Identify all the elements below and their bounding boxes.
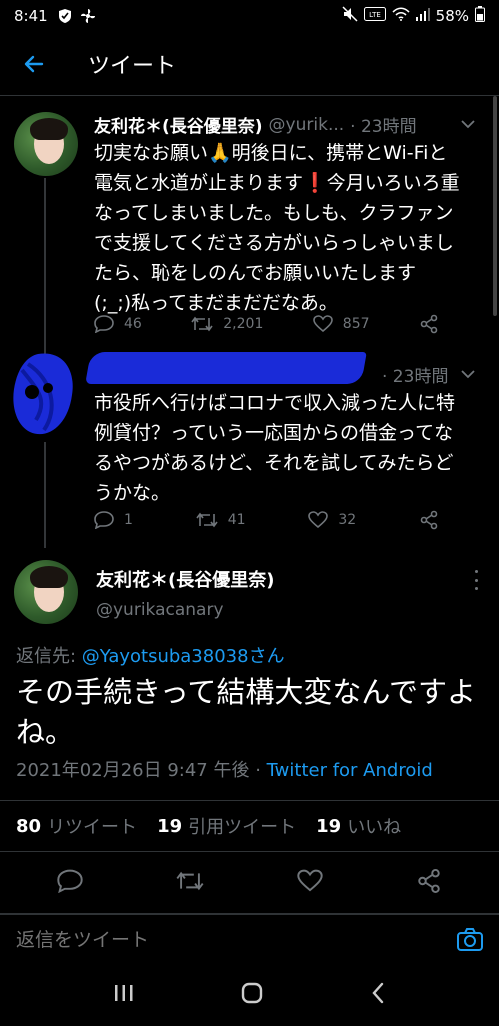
timestamp: 2021年02月26日 9:47 午後 · <box>16 760 267 781</box>
quote-label[interactable]: 引用ツイート <box>188 813 296 839</box>
like-label[interactable]: いいね <box>347 813 401 839</box>
retweet-button[interactable]: 2,201 <box>191 316 263 332</box>
tweet-line: たら、恥をしのんでお願いいたします <box>94 262 417 284</box>
tweet-line: 電気と水道が止まります❗今月いろいろ重 <box>94 172 460 194</box>
status-time: 8:41 <box>14 7 48 25</box>
main-tweet-line: その手続きって結構大変なんですよ <box>16 675 476 709</box>
retweet-count: 2,201 <box>223 316 264 332</box>
reply-input[interactable] <box>16 928 416 951</box>
reply-button[interactable]: 46 <box>94 315 142 333</box>
tweet-stats: 80 リツイート 19 引用ツイート 19 いいね <box>0 800 499 852</box>
quote-total[interactable]: 19 <box>157 816 182 837</box>
fan-icon <box>80 8 96 24</box>
retweet-total[interactable]: 80 <box>16 816 41 837</box>
avatar[interactable] <box>14 112 78 176</box>
reply-button[interactable]: 1 <box>94 511 133 529</box>
retweet-button[interactable]: 41 <box>196 512 246 528</box>
reply-to-prefix: 返信先: <box>16 646 82 667</box>
tweet-time: · 23時間 <box>350 117 417 137</box>
tweet-line: るやつがあるけど、それを試してみたらど <box>94 452 454 474</box>
main-author-handle[interactable]: @yurikacanary <box>96 600 224 620</box>
more-options-icon[interactable] <box>471 570 481 590</box>
retweet-count: 41 <box>227 512 246 528</box>
reply-count: 1 <box>124 512 133 528</box>
reply-composer <box>0 914 499 964</box>
tweet-line: なってしまいました。もしも、クラファン <box>94 202 454 224</box>
reply-icon <box>94 315 114 333</box>
thread-line <box>44 178 46 348</box>
reply-to-mention[interactable]: @Yayotsuba38038さん <box>82 646 285 667</box>
share-icon <box>420 510 438 530</box>
main-tweet-text: その手続きって結構大変なんですよ ね。 <box>16 672 483 752</box>
author-name[interactable]: 友利花＊(長谷優里奈) <box>94 112 263 137</box>
redacted-avatar <box>8 350 78 440</box>
like-count: 857 <box>342 316 370 332</box>
system-nav-bar <box>0 964 499 1026</box>
mute-icon <box>342 6 358 26</box>
retweet-label[interactable]: リツイート <box>47 813 137 839</box>
heart-icon <box>308 511 329 529</box>
signal-icon <box>415 7 430 25</box>
reply-icon <box>94 511 114 529</box>
like-button[interactable]: 32 <box>308 511 356 529</box>
volte-icon: LTE <box>363 7 386 25</box>
reply-tweet[interactable]: · 23時間 市役所へ行けばコロナで収入減った人に特 例貸付？っていう一応国から… <box>0 346 499 550</box>
tweet-header: 友利花＊(長谷優里奈) @yurik... · 23時間 <box>94 112 475 137</box>
tweet-time: · 23時間 <box>382 367 449 387</box>
thread-line <box>44 442 46 548</box>
parent-tweet[interactable]: 友利花＊(長谷優里奈) @yurik... · 23時間 切実なお願い🙏明後日に… <box>0 96 499 348</box>
like-button[interactable]: 857 <box>312 315 370 333</box>
app-header: ツイート <box>0 32 499 96</box>
retweet-icon <box>191 316 213 332</box>
main-tweet-line: ね。 <box>16 715 75 749</box>
tweet-line: で支援してくださる方がいらっしゃいまし <box>94 232 454 254</box>
tweet-actions: 1 41 32 <box>94 510 439 530</box>
author-handle[interactable]: @yurik... <box>269 115 345 135</box>
reply-count: 46 <box>124 316 142 332</box>
tweet-line: 切実なお願い🙏明後日に、携帯とWi-Fiと <box>94 142 448 164</box>
back-nav-button[interactable] <box>370 982 386 1008</box>
chevron-down-icon[interactable] <box>461 367 475 383</box>
like-total[interactable]: 19 <box>316 816 341 837</box>
share-button[interactable] <box>419 510 439 530</box>
main-author-name[interactable]: 友利花＊(長谷優里奈) <box>96 566 274 592</box>
redacted-name <box>85 352 367 384</box>
tweet-header: · 23時間 <box>382 362 475 387</box>
battery-percent: 58% <box>435 7 469 25</box>
share-icon[interactable] <box>416 868 442 898</box>
tweet-actions: 46 2,201 857 <box>94 314 439 334</box>
retweet-icon <box>196 512 218 528</box>
svg-text:LTE: LTE <box>369 11 381 19</box>
status-bar: 8:41 LTE 58% <box>0 0 499 32</box>
arrow-left-icon <box>24 55 44 72</box>
tweet-text: 市役所へ行けばコロナで収入減った人に特 例貸付？っていう一応国からの借金ってな … <box>94 388 475 508</box>
shield-icon <box>58 8 72 24</box>
heart-icon <box>312 315 333 333</box>
back-button[interactable] <box>14 44 54 84</box>
chevron-down-icon[interactable] <box>461 117 475 133</box>
reply-to-line: 返信先: @Yayotsuba38038さん <box>16 642 285 668</box>
tweet-line: うかな。 <box>94 482 171 504</box>
recents-button[interactable] <box>113 984 135 1006</box>
reply-icon[interactable] <box>56 869 83 897</box>
camera-icon[interactable] <box>455 925 485 955</box>
heart-icon[interactable] <box>297 869 323 897</box>
home-button[interactable] <box>241 982 263 1008</box>
tweet-meta: 2021年02月26日 9:47 午後 · Twitter for Androi… <box>16 756 433 782</box>
like-count: 32 <box>338 512 357 528</box>
client-link[interactable]: Twitter for Android <box>267 760 433 781</box>
share-icon <box>420 314 438 334</box>
wifi-icon <box>392 7 410 25</box>
tweet-line: 市役所へ行けばコロナで収入減った人に特 <box>94 392 456 414</box>
share-button[interactable] <box>419 314 439 334</box>
battery-icon <box>475 6 485 26</box>
main-actions <box>0 852 499 914</box>
tweet-text: 切実なお願い🙏明後日に、携帯とWi-Fiと 電気と水道が止まります❗今月いろいろ… <box>94 138 475 318</box>
tweet-line: 例貸付？っていう一応国からの借金ってな <box>94 422 454 444</box>
page-title: ツイート <box>88 53 177 79</box>
main-avatar[interactable] <box>14 560 78 624</box>
retweet-icon[interactable] <box>176 870 204 896</box>
